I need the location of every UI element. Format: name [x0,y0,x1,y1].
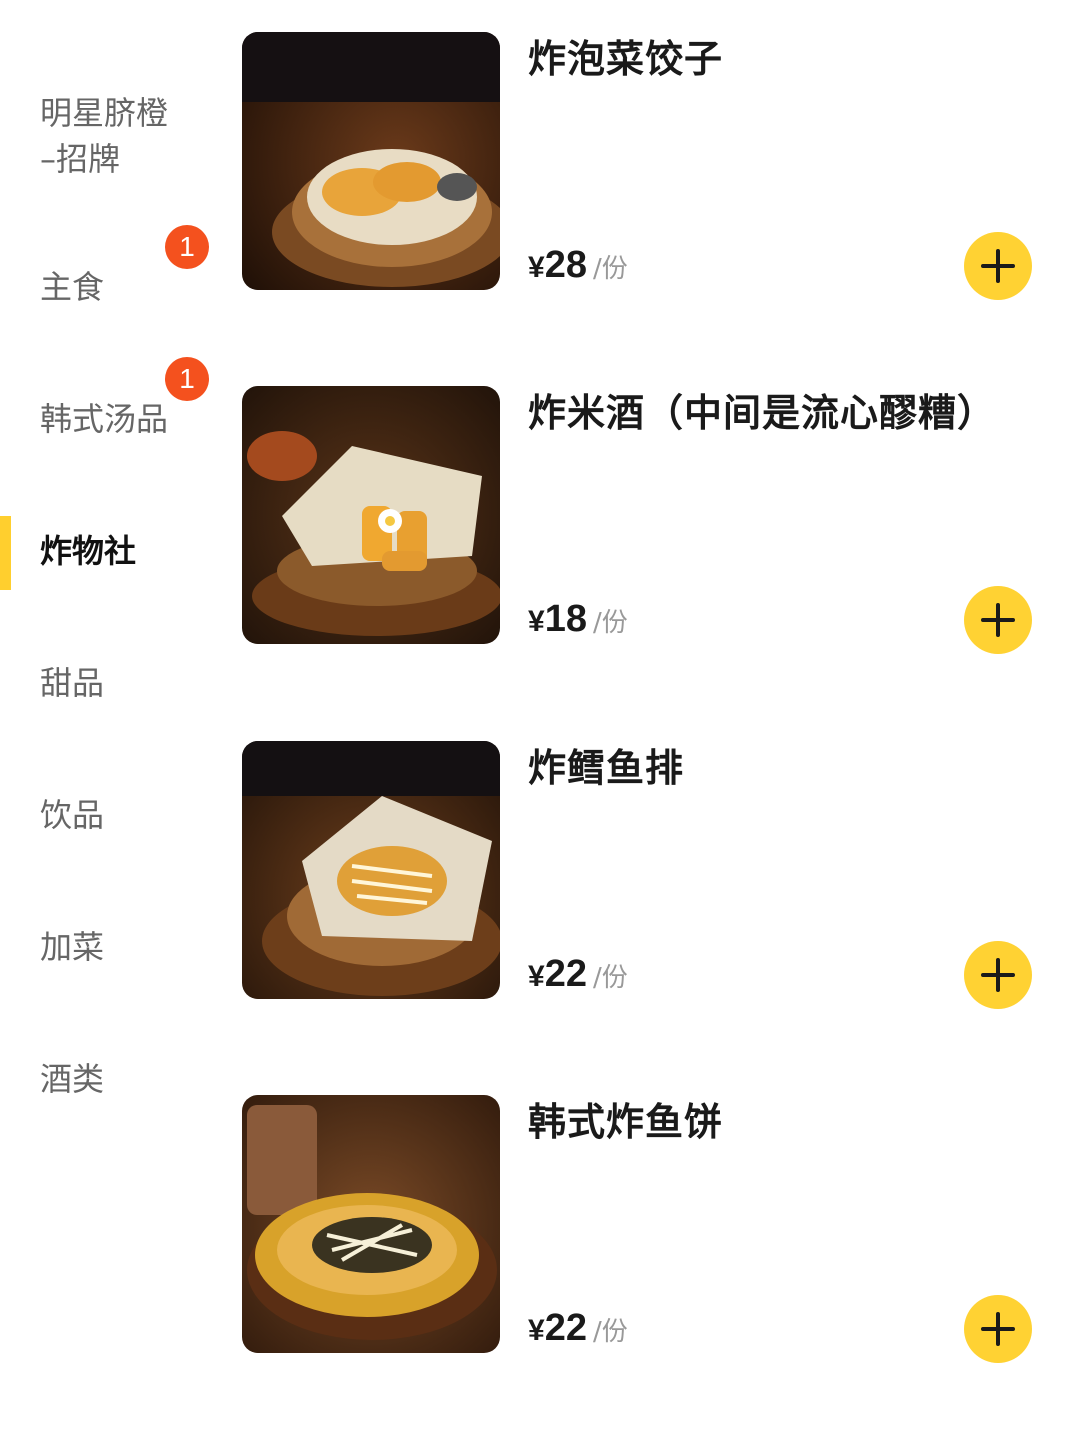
price-unit: /份 [592,254,628,284]
add-to-cart-button[interactable] [964,586,1032,654]
menu-item[interactable]: 炸泡菜饺子 ¥ 28 /份 [242,32,1042,300]
korean-fried-fishcake-photo[interactable] [242,1095,500,1353]
price-amount: 18 [544,598,587,640]
sidebar-item-label: 韩式汤品 [40,400,169,438]
sidebar-item-label: 加菜 [40,928,105,966]
count-badge: 1 [165,225,209,269]
active-indicator [0,516,11,590]
menu-item[interactable]: 韩式炸鱼饼 ¥ 22 /份 [242,1095,1042,1363]
sidebar-item-label: 甜品 [40,664,105,702]
currency-symbol: ¥ [528,960,545,993]
plus-icon [981,1312,1015,1346]
item-name: 炸米酒（中间是流心醪糟） [528,391,997,435]
price-unit: /份 [592,608,628,638]
add-to-cart-button[interactable] [964,1295,1032,1363]
plus-icon [981,603,1015,637]
price-amount: 22 [544,953,587,995]
add-to-cart-button[interactable] [964,232,1032,300]
plus-icon [981,249,1015,283]
item-name: 炸泡菜饺子 [528,37,724,81]
price-unit: /份 [592,963,628,993]
sidebar-item-label: 炸物社 [40,532,137,570]
menu-item[interactable]: 炸米酒（中间是流心醪糟） ¥ 18 /份 [242,386,1042,654]
price-amount: 22 [544,1307,587,1349]
category-sidebar: 明星脐橙 –招牌 主食 1 韩式汤品 1 炸物社 甜品 饮品 加菜 酒类 [0,0,220,1440]
fried-kimchi-dumplings-photo[interactable] [242,32,500,290]
sidebar-item-label: 主食 [40,268,105,306]
fried-cod-fillet-photo[interactable] [242,741,500,999]
fried-rice-wine-photo[interactable] [242,386,500,644]
add-to-cart-button[interactable] [964,941,1032,1009]
sidebar-item-label: 明星脐橙 –招牌 [40,94,169,178]
currency-symbol: ¥ [528,251,545,284]
item-name: 韩式炸鱼饼 [528,1100,724,1144]
currency-symbol: ¥ [528,605,545,638]
item-price: ¥ 22 /份 [528,953,628,996]
price-amount: 28 [544,244,587,286]
item-price: ¥ 28 /份 [528,244,628,287]
item-price: ¥ 22 /份 [528,1307,628,1350]
plus-icon [981,958,1015,992]
menu-item[interactable]: 炸鳕鱼排 ¥ 22 /份 [242,741,1042,1009]
count-badge: 1 [165,357,209,401]
price-unit: /份 [592,1317,628,1347]
item-price: ¥ 18 /份 [528,598,628,641]
currency-symbol: ¥ [528,1314,545,1347]
sidebar-item-label: 饮品 [40,796,105,834]
item-name: 炸鳕鱼排 [528,746,685,790]
sidebar-item-label: 酒类 [40,1060,105,1098]
